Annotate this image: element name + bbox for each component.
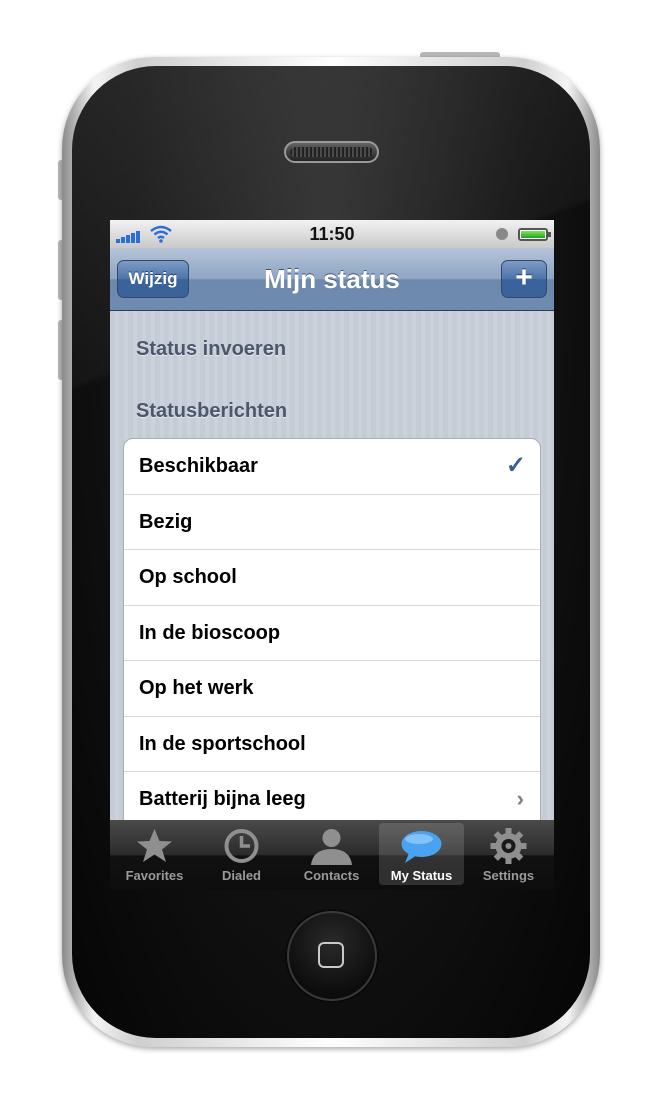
clock-icon	[199, 827, 284, 865]
list-item[interactable]: In de bioscoop	[124, 606, 540, 661]
tab-label: Dialed	[221, 868, 261, 883]
tab-label: Favorites	[125, 868, 184, 883]
tab-label: Settings	[482, 868, 535, 883]
list-item[interactable]: Bezig	[124, 495, 540, 550]
star-icon	[112, 827, 197, 865]
list-item[interactable]: Op het werk	[124, 661, 540, 717]
status-list: Beschikbaar ✓ Bezig Op school In de bios…	[123, 438, 541, 820]
tab-favorites[interactable]: Favorites	[112, 823, 197, 885]
list-item-label: Bezig	[139, 510, 193, 533]
status-content: Status invoeren Statusberichten Beschikb…	[110, 311, 554, 820]
navigation-bar: Wijzig Mijn status +	[110, 248, 554, 311]
list-item-label: Op school	[139, 566, 237, 588]
add-button[interactable]: +	[501, 260, 547, 298]
enter-status-header[interactable]: Status invoeren	[136, 338, 286, 361]
battery-icon	[518, 228, 551, 241]
tab-my-status[interactable]: My Status	[379, 823, 464, 885]
list-item[interactable]: Op school	[124, 550, 540, 606]
home-button[interactable]	[287, 911, 377, 1001]
list-item-label: In de sportschool	[139, 732, 306, 755]
list-item-label: In de bioscoop	[139, 621, 281, 644]
list-item[interactable]: In de sportschool	[124, 717, 540, 772]
list-item-label: Beschikbaar	[139, 455, 258, 477]
earpiece-speaker	[284, 141, 379, 163]
speech-bubble-icon	[379, 827, 464, 865]
list-item-label: Op het werk	[139, 677, 254, 699]
screen: 11:50 Wijzig Mijn status + Status invoer…	[110, 220, 554, 890]
home-square-icon	[318, 942, 344, 968]
list-item-label: Batterij bijna leeg	[139, 788, 306, 810]
gear-icon	[466, 827, 551, 865]
status-time: 11:50	[309, 224, 355, 244]
page-title: Mijn status	[264, 264, 400, 294]
list-item[interactable]: Batterij bijna leeg ›	[124, 772, 540, 820]
tab-bar: Favorites Dialed Contacts My Status Sett…	[110, 820, 554, 890]
status-bar: 11:50	[110, 220, 554, 248]
status-messages-header: Statusberichten	[136, 400, 288, 422]
chevron-right-icon: ›	[516, 786, 524, 811]
orientation-lock-icon	[496, 228, 508, 240]
tab-label: Contacts	[303, 868, 360, 883]
person-icon	[289, 827, 374, 865]
checkmark-icon: ✓	[505, 452, 526, 479]
tab-label: My Status	[390, 868, 453, 883]
tab-settings[interactable]: Settings	[466, 823, 551, 885]
tab-dialed[interactable]: Dialed	[199, 823, 284, 885]
tab-contacts[interactable]: Contacts	[289, 823, 374, 885]
list-item[interactable]: Beschikbaar ✓	[124, 439, 540, 495]
